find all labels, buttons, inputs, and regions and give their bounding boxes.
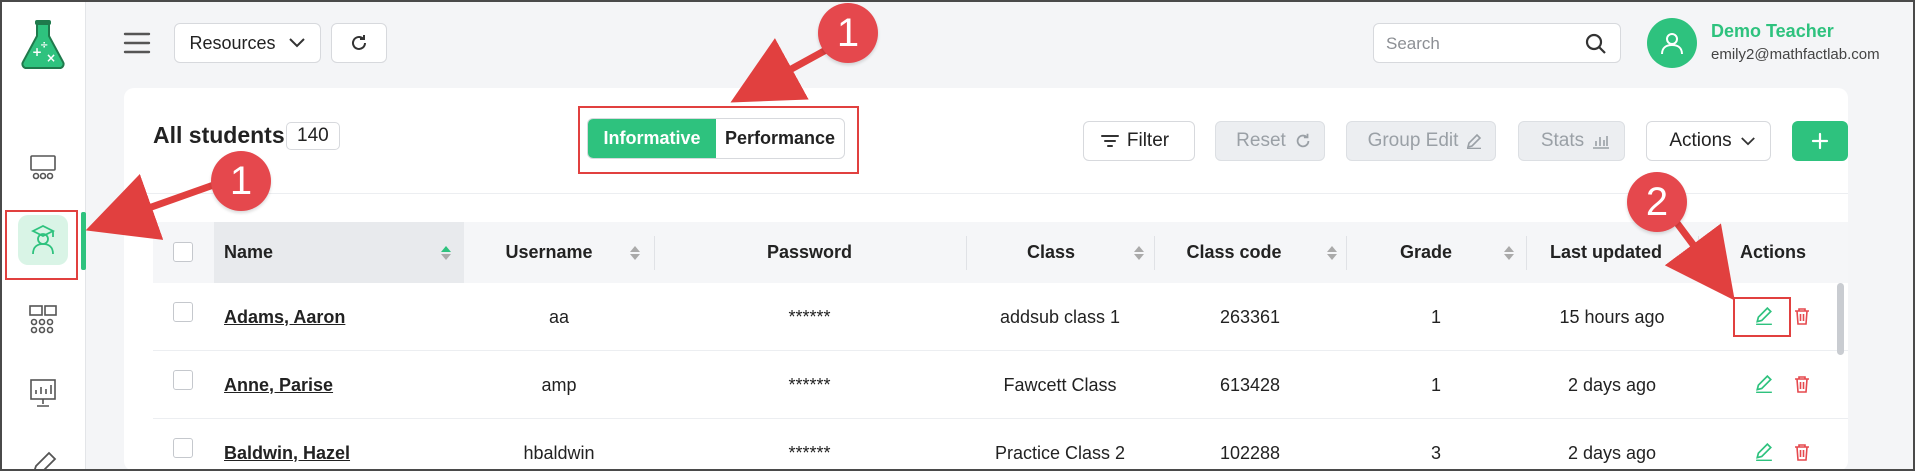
annotation-arrows [85,38,1735,301]
annotation-badge: 1 [818,3,878,63]
annotation-badge: 1 [211,151,271,211]
annotation-badge: 2 [1627,172,1687,232]
annotation-arrow [85,173,224,240]
annotation-arrow [730,38,828,103]
annotation-arrow [1664,212,1735,301]
